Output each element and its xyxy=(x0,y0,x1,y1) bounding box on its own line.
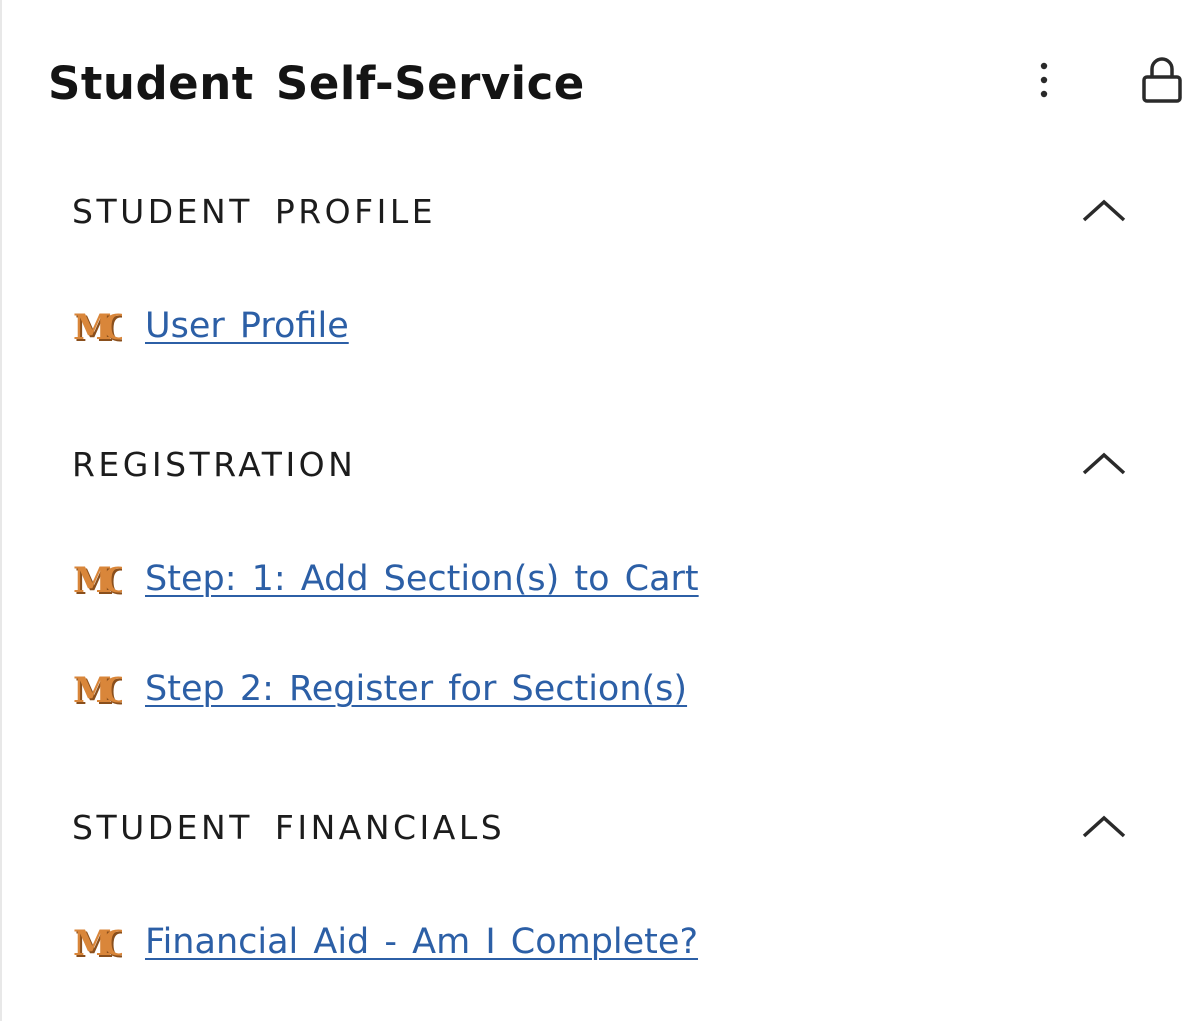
register-for-sections-link[interactable]: Step 2: Register for Section(s) xyxy=(145,663,687,715)
section-title: STUDENT PROFILE xyxy=(72,192,437,231)
section-header-student-profile[interactable]: STUDENT PROFILE xyxy=(72,182,1142,242)
financial-aid-link[interactable]: Financial Aid - Am I Complete? xyxy=(145,916,698,968)
chevron-up-icon[interactable] xyxy=(1080,192,1128,228)
mc-logo-icon: MC MC xyxy=(73,560,122,601)
svg-text:MC: MC xyxy=(73,670,122,711)
svg-text:MC: MC xyxy=(73,307,122,348)
more-vertical-icon xyxy=(1040,62,1048,98)
section-header-registration[interactable]: REGISTRATION xyxy=(72,435,1142,495)
add-sections-to-cart-link[interactable]: Step: 1: Add Section(s) to Cart xyxy=(145,553,699,605)
chevron-up-icon[interactable] xyxy=(1080,808,1128,844)
user-profile-link[interactable]: User Profile xyxy=(145,300,349,352)
section-header-student-financials[interactable]: STUDENT FINANCIALS xyxy=(72,798,1142,858)
student-self-service-panel: Student Self-Service STUDENT PROFILE MC … xyxy=(0,0,1200,1021)
lock-button[interactable] xyxy=(1136,56,1188,106)
mc-logo-icon: MC MC xyxy=(73,923,122,964)
mc-logo-icon: MC MC xyxy=(73,307,122,348)
section-title: REGISTRATION xyxy=(72,445,357,484)
section-title: STUDENT FINANCIALS xyxy=(72,808,506,847)
svg-text:MC: MC xyxy=(73,560,122,601)
mc-logo-icon: MC MC xyxy=(73,670,122,711)
panel-title: Student Self-Service xyxy=(48,57,585,110)
chevron-up-icon[interactable] xyxy=(1080,445,1128,481)
more-options-button[interactable] xyxy=(1024,56,1064,106)
svg-text:MC: MC xyxy=(73,923,122,964)
lock-icon xyxy=(1142,57,1182,103)
